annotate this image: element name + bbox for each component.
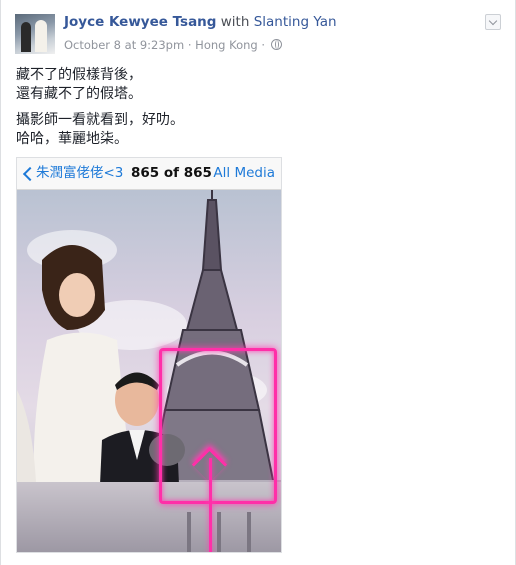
post-meta: October 8 at 9:23pm · Hong Kong · (64, 38, 282, 52)
globe-icon[interactable] (270, 39, 282, 50)
with-label: with (220, 14, 250, 30)
album-back-link[interactable]: 朱潤富佬佬<3 (36, 158, 123, 189)
author-name[interactable]: Joyce Kewyee Tsang (64, 14, 216, 30)
tagged-friend[interactable]: Slanting Yan (254, 14, 337, 30)
railing-post (217, 512, 221, 552)
chevron-left-icon[interactable] (22, 166, 38, 182)
post-timestamp[interactable]: October 8 at 9:23pm (64, 38, 184, 52)
post-header: Joyce Kewyee Tsang with Slanting Yan (64, 14, 337, 30)
photo-viewer-navbar: 朱潤富佬佬<3 865 of 865 All Media (17, 158, 281, 190)
meta-separator-2: · (261, 38, 266, 52)
avatar-figure-light (35, 20, 47, 52)
author-avatar[interactable] (15, 14, 55, 54)
post-text-line-4: 哈哈，華麗地柒。 (16, 131, 128, 147)
post-text-line-1: 藏不了的假樣背後， (16, 67, 142, 83)
post-location[interactable]: Hong Kong (195, 38, 258, 52)
post-text-line-2: 還有藏不了的假塔。 (16, 86, 142, 102)
railing-post (187, 512, 191, 552)
photo-counter: 865 of 865 (131, 165, 212, 181)
feed-post: Joyce Kewyee Tsang with Slanting Yan Oct… (0, 0, 516, 565)
meta-separator: · (187, 38, 192, 52)
all-media-button[interactable]: All Media (213, 158, 275, 189)
highlight-box-marker (159, 348, 277, 504)
wedding-photo[interactable] (17, 190, 281, 552)
railing-post (247, 512, 251, 552)
chevron-down-icon[interactable] (485, 14, 501, 30)
avatar-figure-dark (21, 22, 31, 52)
attached-screenshot[interactable]: 朱潤富佬佬<3 865 of 865 All Media (16, 157, 282, 553)
post-text-line-3: 攝影師一看就看到，好叻。 (16, 112, 184, 128)
